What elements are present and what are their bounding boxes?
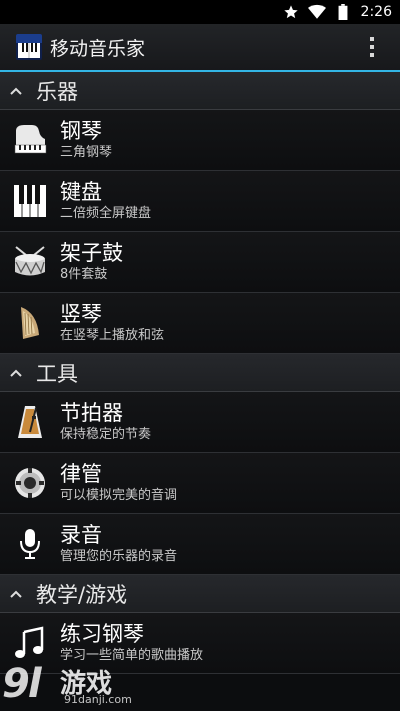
clock: 2:26	[360, 4, 392, 20]
metronome-icon	[10, 402, 50, 442]
item-subtitle: 8件套鼓	[60, 267, 108, 282]
drum-icon	[10, 242, 50, 282]
battery-icon	[333, 2, 353, 22]
item-title: 律管	[60, 462, 102, 486]
item-title: 架子鼓	[60, 241, 123, 265]
list-item-metronome[interactable]: 节拍器 保持稳定的节奏	[0, 392, 400, 453]
item-subtitle: 管理您的乐器的录音	[60, 549, 178, 564]
status-bar: 2:26	[0, 0, 400, 24]
section-header-learning-games[interactable]: 教学/游戏	[0, 575, 400, 613]
section-header-instruments[interactable]: 乐器	[0, 72, 400, 110]
item-subtitle: 保持稳定的节奏	[60, 427, 152, 442]
app-title: 移动音乐家	[50, 37, 146, 60]
list-item-harp[interactable]: 竖琴 在竖琴上播放和弦	[0, 293, 400, 354]
screen: 2:26 移动音乐家 乐器 钢琴 三角钢琴 键盘 二倍频全屏键盘 架子鼓 8件套…	[0, 0, 400, 711]
microphone-icon	[10, 524, 50, 564]
list-item-recording[interactable]: 录音 管理您的乐器的录音	[0, 514, 400, 575]
watermark-logo: 9l	[2, 661, 42, 707]
chevron-up-icon	[10, 590, 22, 598]
list-item-pitch-pipe[interactable]: 律管 可以模拟完美的音调	[0, 453, 400, 514]
watermark: 9l 游戏 91danji.com	[2, 661, 142, 709]
item-title: 练习钢琴	[60, 622, 144, 646]
wifi-icon	[307, 2, 327, 22]
piano-app-icon[interactable]	[16, 34, 42, 60]
action-bar: 移动音乐家	[0, 24, 400, 70]
menu-list: 乐器 钢琴 三角钢琴 键盘 二倍频全屏键盘 架子鼓 8件套鼓 竖琴 在竖琴上播放…	[0, 72, 400, 674]
list-item-drums[interactable]: 架子鼓 8件套鼓	[0, 232, 400, 293]
item-title: 节拍器	[60, 401, 123, 425]
item-title: 键盘	[60, 180, 102, 204]
item-subtitle: 三角钢琴	[60, 145, 113, 160]
music-note-icon	[10, 623, 50, 663]
item-title: 竖琴	[60, 302, 102, 326]
chevron-up-icon	[10, 87, 22, 95]
section-header-tools[interactable]: 工具	[0, 354, 400, 392]
chevron-up-icon	[10, 369, 22, 377]
item-subtitle: 二倍频全屏键盘	[60, 206, 152, 221]
keyboard-icon	[10, 181, 50, 221]
watermark-url: 91danji.com	[64, 693, 132, 706]
harp-icon	[10, 303, 50, 343]
section-label: 乐器	[36, 79, 78, 104]
item-title: 钢琴	[60, 119, 102, 143]
section-label: 工具	[36, 361, 78, 386]
list-item-keyboard[interactable]: 键盘 二倍频全屏键盘	[0, 171, 400, 232]
section-label: 教学/游戏	[36, 582, 128, 607]
pitch-pipe-icon	[10, 463, 50, 503]
grand-piano-icon	[10, 120, 50, 160]
overflow-menu-icon[interactable]	[362, 37, 382, 57]
item-subtitle: 可以模拟完美的音调	[60, 488, 178, 503]
star-icon	[281, 2, 301, 22]
item-title: 录音	[60, 523, 102, 547]
list-item-piano[interactable]: 钢琴 三角钢琴	[0, 110, 400, 171]
item-subtitle: 在竖琴上播放和弦	[60, 328, 165, 343]
